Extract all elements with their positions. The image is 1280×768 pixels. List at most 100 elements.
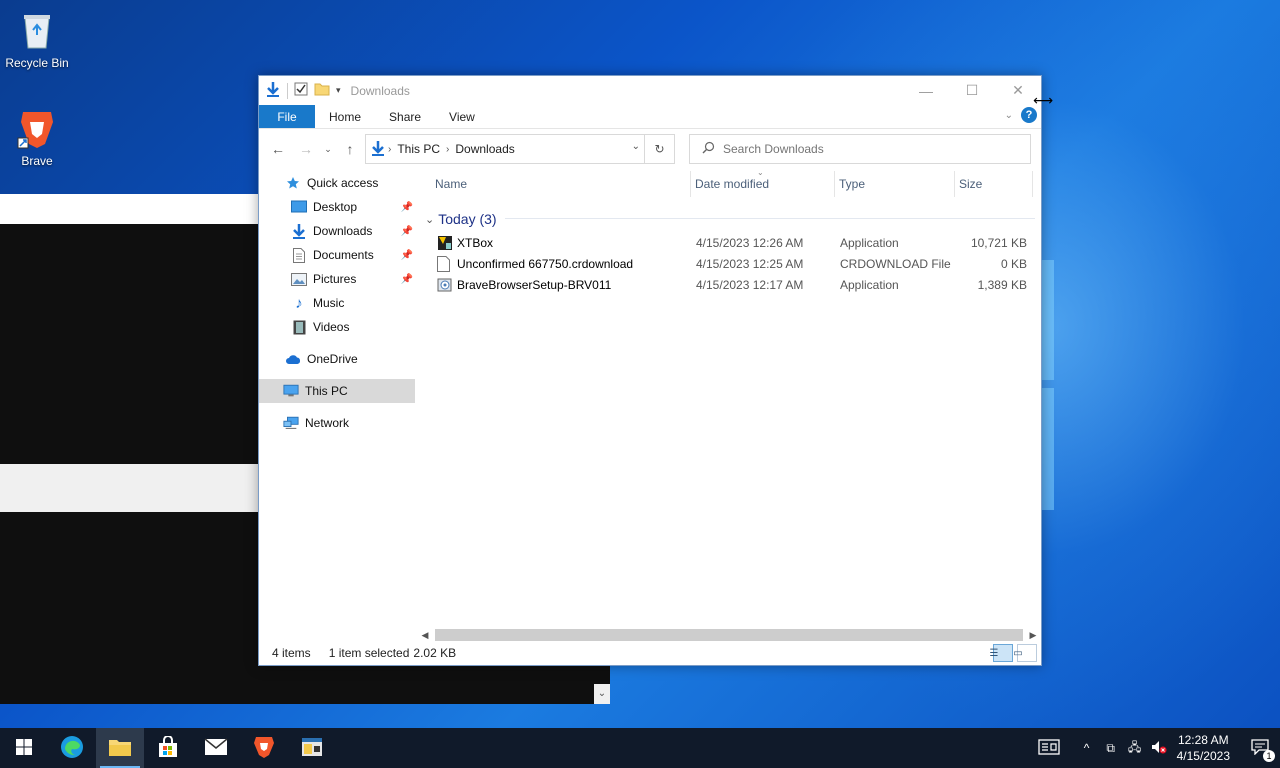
- nav-item-quick-access[interactable]: Quick access: [259, 171, 415, 195]
- refresh-icon[interactable]: ↻: [644, 135, 674, 163]
- help-icon[interactable]: ?: [1021, 107, 1037, 123]
- news-widget-icon[interactable]: [1031, 738, 1067, 758]
- column-header-name[interactable]: Name: [425, 171, 691, 197]
- nav-item-videos[interactable]: Videos: [259, 315, 415, 339]
- tab-view[interactable]: View: [435, 105, 489, 128]
- column-header-size[interactable]: Size: [955, 171, 1033, 197]
- nav-item-label: Videos: [313, 320, 350, 334]
- start-button[interactable]: [0, 728, 48, 768]
- network-status-icon[interactable]: 🖧: [1123, 738, 1147, 759]
- taskbar-store-button[interactable]: [144, 728, 192, 768]
- network-icon: [283, 415, 299, 431]
- file-row[interactable]: BraveBrowserSetup-BRV011 4/15/2023 12:17…: [425, 275, 1035, 296]
- pin-icon[interactable]: 📌: [401, 202, 413, 213]
- nav-item-network[interactable]: Network: [259, 411, 415, 435]
- column-header-date-modified[interactable]: Date modified ⌄: [691, 168, 835, 197]
- search-box[interactable]: [689, 134, 1031, 164]
- nav-item-label: Downloads: [313, 224, 373, 238]
- brave-icon: [253, 735, 275, 762]
- nav-item-pictures[interactable]: Pictures 📌: [259, 267, 415, 291]
- scroll-down-arrow-icon[interactable]: ⌄: [594, 684, 610, 704]
- large-icons-view-button[interactable]: ▭: [1013, 644, 1037, 662]
- system-tray: ^ ⧉ 🖧 12:28 AM 4/15/2023 1: [1031, 728, 1280, 768]
- taskbar-brave-button[interactable]: [240, 728, 288, 768]
- downloads-arrow-icon: [265, 81, 281, 100]
- file-row[interactable]: Unconfirmed 667750.crdownload 4/15/2023 …: [425, 254, 1035, 275]
- title-bar[interactable]: ▾ Downloads — ☐ ✕: [259, 76, 1041, 105]
- scroll-right-arrow-icon[interactable]: ▶: [1027, 630, 1039, 641]
- taskbar-clock[interactable]: 12:28 AM 4/15/2023: [1177, 732, 1230, 764]
- recycle-bin-icon: [15, 8, 59, 52]
- taskbar-mail-button[interactable]: [192, 728, 240, 768]
- address-history-chevron-icon[interactable]: ⌄: [632, 141, 640, 152]
- forward-arrow-icon[interactable]: →: [295, 141, 317, 157]
- nav-item-desktop[interactable]: Desktop 📌: [259, 195, 415, 219]
- file-type: Application: [840, 278, 899, 292]
- pin-icon[interactable]: 📌: [401, 226, 413, 237]
- window-title: Downloads: [350, 83, 410, 98]
- search-input[interactable]: [723, 142, 1003, 156]
- film-icon: [291, 319, 307, 335]
- action-center-button[interactable]: 1: [1240, 728, 1280, 768]
- new-folder-icon[interactable]: [314, 82, 330, 99]
- show-hidden-icons-chevron-icon[interactable]: ^: [1075, 741, 1099, 755]
- group-header-today[interactable]: ⌄ Today (3): [425, 207, 1035, 231]
- file-size: 10,721 KB: [970, 236, 1027, 250]
- customize-toolbar-chevron-icon[interactable]: ▾: [336, 85, 341, 96]
- file-explorer-window[interactable]: ▾ Downloads — ☐ ✕ File Home Share View ⌄…: [258, 75, 1042, 666]
- address-bar[interactable]: › This PC › Downloads ⌄ ↻: [365, 134, 675, 164]
- scrollbar-thumb[interactable]: [435, 629, 1023, 641]
- scroll-left-arrow-icon[interactable]: ◀: [419, 630, 431, 641]
- application-icon: [437, 235, 453, 251]
- nav-item-onedrive[interactable]: OneDrive: [259, 347, 415, 371]
- status-bar: 4 items 1 item selected 2.02 KB ☰ ▭: [259, 641, 1041, 665]
- volume-muted-icon[interactable]: [1147, 740, 1171, 757]
- expand-ribbon-chevron-icon[interactable]: ⌄: [1005, 110, 1013, 121]
- tab-home[interactable]: Home: [315, 105, 375, 128]
- clock-date: 4/15/2023: [1176, 749, 1230, 763]
- nav-item-music[interactable]: ♪ Music: [259, 291, 415, 315]
- star-icon: [285, 175, 301, 191]
- up-arrow-icon[interactable]: ↑: [339, 141, 361, 157]
- background-app-bar: [0, 194, 258, 224]
- minimize-button[interactable]: —: [903, 76, 949, 105]
- details-view-button[interactable]: ☰: [990, 644, 1013, 662]
- taskbar-app-button[interactable]: [288, 728, 336, 768]
- resize-cursor-icon: ⟷: [1033, 92, 1054, 108]
- large-icons-view-icon: ▭: [1013, 647, 1023, 659]
- column-header-type[interactable]: Type: [835, 171, 955, 197]
- breadcrumb-chevron-icon[interactable]: ›: [444, 144, 451, 155]
- breadcrumb-downloads[interactable]: Downloads: [451, 142, 518, 156]
- taskbar-file-explorer-button[interactable]: [96, 728, 144, 768]
- navigation-pane: Quick access Desktop 📌 Downloads 📌 Docum…: [259, 171, 415, 631]
- nav-item-label: Pictures: [313, 272, 357, 286]
- nav-item-label: Desktop: [313, 200, 358, 214]
- file-date: 4/15/2023 12:26 AM: [696, 236, 804, 250]
- downloads-arrow-icon: [370, 140, 386, 159]
- computer-icon: [283, 383, 299, 399]
- downloads-arrow-icon: [291, 223, 307, 239]
- file-size: 1,389 KB: [977, 278, 1027, 292]
- file-row[interactable]: XTBox 4/15/2023 12:26 AM Application 10,…: [425, 233, 1035, 254]
- tab-file[interactable]: File: [259, 105, 315, 128]
- desktop-icon-recycle-bin[interactable]: Recycle Bin: [0, 8, 74, 70]
- taskbar-edge-button[interactable]: [48, 728, 96, 768]
- back-arrow-icon[interactable]: ←: [267, 141, 289, 157]
- desktop-icon-brave[interactable]: Brave: [0, 106, 74, 168]
- meet-now-icon[interactable]: ⧉: [1099, 741, 1123, 756]
- pin-icon[interactable]: 📌: [401, 250, 413, 261]
- nav-item-documents[interactable]: Documents 📌: [259, 243, 415, 267]
- recent-locations-chevron-icon[interactable]: ⌄: [317, 144, 339, 155]
- tab-share[interactable]: Share: [375, 105, 435, 128]
- cloud-icon: [285, 351, 301, 367]
- breadcrumb-this-pc[interactable]: This PC: [393, 142, 444, 156]
- pin-icon[interactable]: 📌: [401, 274, 413, 285]
- properties-icon[interactable]: [294, 82, 308, 99]
- desktop-icon-label: Brave: [21, 154, 53, 168]
- collapse-chevron-icon[interactable]: ⌄: [425, 213, 434, 226]
- file-name: Unconfirmed 667750.crdownload: [457, 257, 634, 271]
- nav-item-downloads[interactable]: Downloads 📌: [259, 219, 415, 243]
- breadcrumb-chevron-icon[interactable]: ›: [386, 144, 393, 155]
- nav-item-this-pc[interactable]: This PC: [259, 379, 415, 403]
- maximize-button[interactable]: ☐: [949, 76, 995, 105]
